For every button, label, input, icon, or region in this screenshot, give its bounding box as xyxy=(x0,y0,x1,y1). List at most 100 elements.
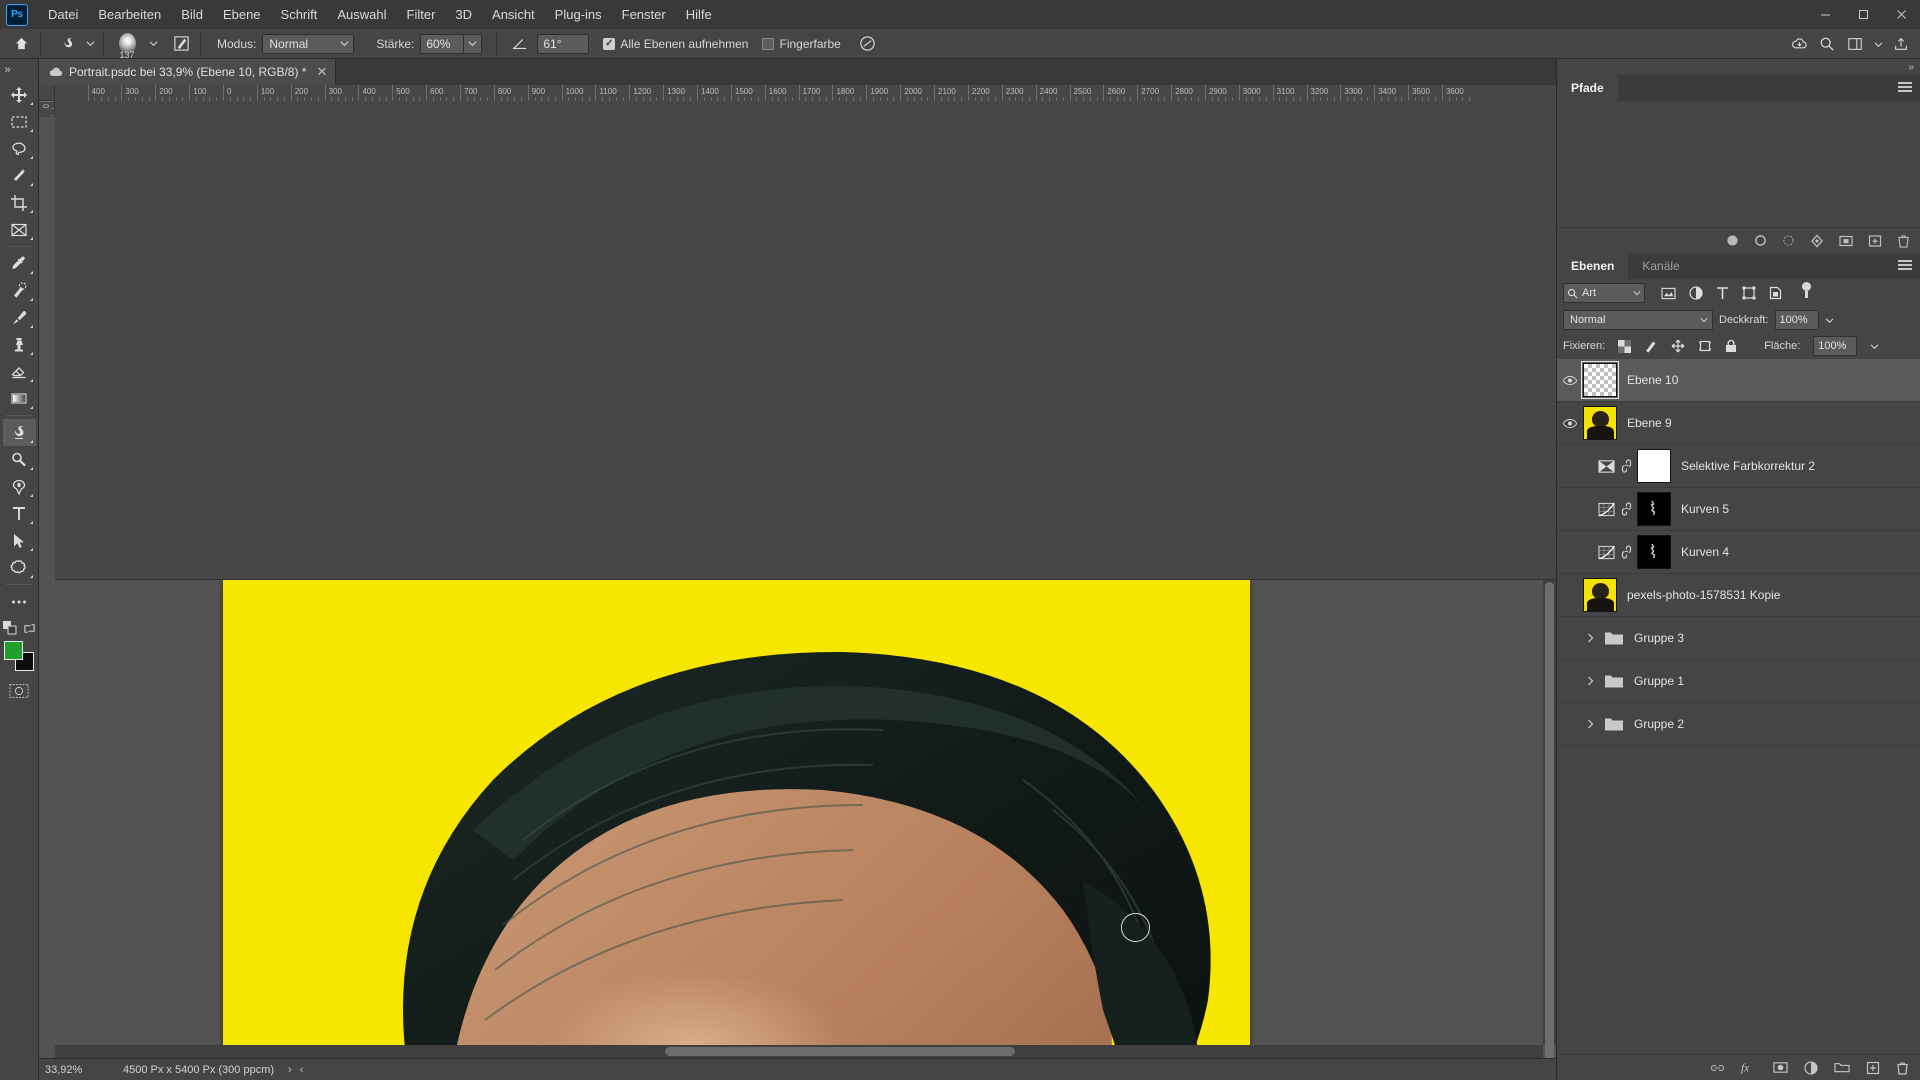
new-group-icon[interactable] xyxy=(1834,1061,1850,1074)
opacity-stepper-icon[interactable] xyxy=(1825,316,1834,325)
fill-path-icon[interactable] xyxy=(1726,234,1739,247)
menu-item-hilfe[interactable]: Hilfe xyxy=(676,3,722,26)
sample-all-layers-checkbox[interactable]: Alle Ebenen aufnehmen xyxy=(603,37,748,51)
menu-item-ebene[interactable]: Ebene xyxy=(213,3,271,26)
layer-thumbnail[interactable] xyxy=(1583,406,1617,440)
type-layer-filter-icon[interactable] xyxy=(1716,286,1729,300)
maximize-button[interactable] xyxy=(1844,0,1882,29)
document-tab[interactable]: Portrait.psdc bei 33,9% (Ebene 10, RGB/8… xyxy=(39,59,337,85)
crop-tool[interactable] xyxy=(3,189,36,216)
layer-visibility-toggle[interactable] xyxy=(1557,418,1583,429)
strength-stepper[interactable] xyxy=(464,33,483,54)
layer-thumbnail[interactable] xyxy=(1637,535,1671,569)
spot-healing-brush-tool[interactable] xyxy=(3,277,36,304)
menu-item-schrift[interactable]: Schrift xyxy=(271,3,328,26)
eyedropper-tool[interactable] xyxy=(3,250,36,277)
layer-row[interactable]: Ebene 10 xyxy=(1557,359,1920,402)
mask-link-icon[interactable] xyxy=(1620,458,1632,474)
brush-tool[interactable] xyxy=(3,304,36,331)
strength-input[interactable]: 60% xyxy=(420,33,465,54)
toolbar-collapse-button[interactable]: » xyxy=(0,59,39,81)
frame-tool[interactable] xyxy=(3,216,36,243)
make-work-path-icon[interactable] xyxy=(1810,234,1824,248)
share-icon[interactable] xyxy=(1888,31,1914,57)
vertical-scroll-thumb[interactable] xyxy=(1545,581,1554,1058)
lock-image-pixels-icon[interactable] xyxy=(1644,339,1658,353)
new-path-icon[interactable] xyxy=(1868,234,1882,248)
pixel-layer-filter-icon[interactable] xyxy=(1661,287,1676,300)
mask-link-icon[interactable] xyxy=(1620,544,1632,560)
rectangular-marquee-tool[interactable] xyxy=(3,108,36,135)
object-selection-tool[interactable] xyxy=(3,162,36,189)
menu-item-plug-ins[interactable]: Plug-ins xyxy=(545,3,612,26)
dodge-tool[interactable] xyxy=(3,446,36,473)
layer-list[interactable]: Ebene 10 Ebene 9 Selektive Farbkorrektur 2… xyxy=(1557,359,1920,1054)
finger-paint-checkbox[interactable]: Fingerfarbe xyxy=(762,37,841,51)
add-mask-icon[interactable] xyxy=(1839,234,1853,248)
new-layer-icon[interactable] xyxy=(1866,1061,1880,1075)
airbrush-pressure-icon[interactable] xyxy=(855,31,881,57)
zoom-level-field[interactable]: 33,92% xyxy=(39,1064,101,1076)
eraser-tool[interactable] xyxy=(3,358,36,385)
layers-panel-menu-icon[interactable] xyxy=(1898,260,1912,272)
layer-row[interactable]: Gruppe 2 xyxy=(1557,703,1920,746)
menu-item-ansicht[interactable]: Ansicht xyxy=(482,3,545,26)
horizontal-type-tool[interactable] xyxy=(3,500,36,527)
blend-mode-select[interactable]: Normal xyxy=(1563,310,1713,330)
group-expand-chevron-icon[interactable] xyxy=(1583,719,1597,729)
layer-row[interactable]: Gruppe 1 xyxy=(1557,660,1920,703)
layer-thumbnail[interactable] xyxy=(1637,492,1671,526)
group-expand-chevron-icon[interactable] xyxy=(1583,633,1597,643)
delete-path-icon[interactable] xyxy=(1897,234,1910,248)
horizontal-ruler[interactable]: 400 300 200 100 0 100 200 300 400 500 600 700 800 900… xyxy=(55,85,1556,580)
cloud-documents-icon[interactable] xyxy=(1786,31,1812,57)
tab-pfade[interactable]: Pfade xyxy=(1557,75,1618,101)
custom-shape-tool[interactable] xyxy=(3,554,36,581)
mode-select[interactable]: Normal xyxy=(262,33,355,54)
mask-link-icon[interactable] xyxy=(1620,501,1632,517)
tool-preset-chevron-icon[interactable] xyxy=(83,31,97,57)
curves-adjustment-icon[interactable] xyxy=(1597,543,1615,561)
curves-adjustment-icon[interactable] xyxy=(1597,500,1615,518)
horizontal-scroll-thumb[interactable] xyxy=(665,1047,1015,1056)
layer-row[interactable]: Kurven 4 xyxy=(1557,531,1920,574)
lock-transparent-pixels-icon[interactable] xyxy=(1618,339,1632,353)
layer-row[interactable]: pexels-photo-1578531 Kopie xyxy=(1557,574,1920,617)
horizontal-scrollbar[interactable] xyxy=(55,1045,1543,1058)
lock-position-icon[interactable] xyxy=(1671,339,1685,353)
layer-filter-toggle[interactable] xyxy=(1800,282,1813,304)
brush-picker-chevron-icon[interactable] xyxy=(146,31,160,57)
layer-row[interactable]: Selektive Farbkorrektur 2 xyxy=(1557,445,1920,488)
angle-input[interactable]: 61° xyxy=(537,33,590,54)
edit-toolbar-tool[interactable] xyxy=(3,588,36,615)
quick-mask-mode-icon[interactable] xyxy=(4,679,34,703)
color-swatches[interactable] xyxy=(4,641,34,671)
document-tab-close-button[interactable]: ✕ xyxy=(316,64,327,80)
smudge-tool[interactable] xyxy=(2,419,36,446)
group-expand-chevron-icon[interactable] xyxy=(1583,676,1597,686)
workspace-chevron-icon[interactable] xyxy=(1870,31,1886,57)
menu-item-bearbeiten[interactable]: Bearbeiten xyxy=(88,3,171,26)
lock-artboard-nesting-icon[interactable] xyxy=(1698,339,1712,353)
foreground-color-swatch[interactable] xyxy=(4,641,23,660)
layer-visibility-toggle[interactable] xyxy=(1557,375,1583,386)
swap-colors-icon[interactable] xyxy=(23,622,36,635)
menu-item-auswahl[interactable]: Auswahl xyxy=(327,3,396,26)
vertical-ruler[interactable]: 0100200300400500600700800900100011001200… xyxy=(39,101,55,117)
layer-thumbnail[interactable] xyxy=(1637,449,1671,483)
opacity-input[interactable]: 100% xyxy=(1774,310,1819,330)
clone-stamp-tool[interactable] xyxy=(3,331,36,358)
smart-object-filter-icon[interactable] xyxy=(1769,286,1782,300)
menu-item-filter[interactable]: Filter xyxy=(397,3,446,26)
status-prev-chevron[interactable]: ‹ xyxy=(300,1064,304,1076)
minimize-button[interactable] xyxy=(1806,0,1844,29)
fill-input[interactable]: 100% xyxy=(1813,336,1858,356)
layer-row[interactable]: Kurven 5 xyxy=(1557,488,1920,531)
menu-item-3d[interactable]: 3D xyxy=(445,3,482,26)
default-colors-icon[interactable] xyxy=(2,621,17,635)
layer-row[interactable]: Gruppe 3 xyxy=(1557,617,1920,660)
layer-style-icon[interactable]: fx xyxy=(1741,1061,1757,1074)
paths-panel-menu-icon[interactable] xyxy=(1898,82,1912,94)
add-layer-mask-icon[interactable] xyxy=(1773,1061,1788,1074)
menu-item-fenster[interactable]: Fenster xyxy=(612,3,676,26)
